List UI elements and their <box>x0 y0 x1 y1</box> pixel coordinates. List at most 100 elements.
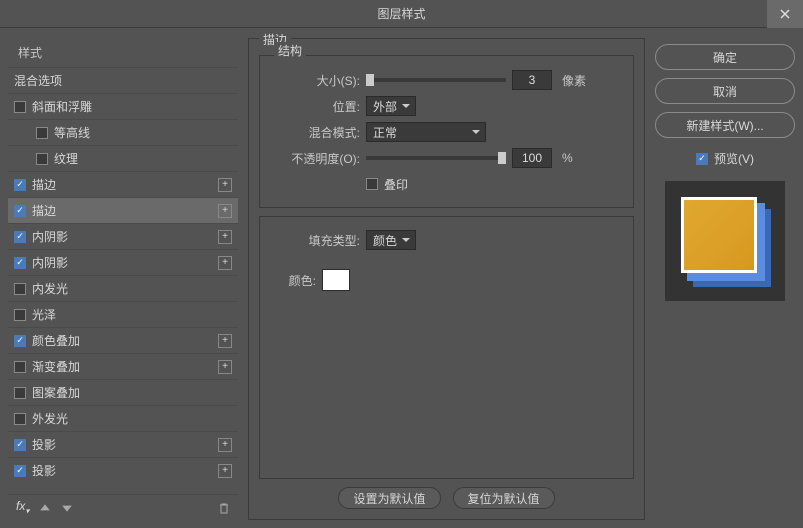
reset-default-button[interactable]: 复位为默认值 <box>453 487 555 509</box>
style-label: 光泽 <box>32 306 232 323</box>
position-row: 位置: 外部 <box>270 93 623 119</box>
settings-panel: 描边 结构 大小(S): 像素 位置: 外部 混合模式: <box>248 38 645 520</box>
action-panel: 确定 取消 新建样式(W)... 预览(V) <box>655 38 795 520</box>
blend-options-row[interactable]: 混合选项 <box>8 67 238 93</box>
add-effect-button[interactable]: + <box>218 464 232 478</box>
size-unit: 像素 <box>562 72 586 89</box>
blend-mode-row: 混合模式: 正常 <box>270 119 623 145</box>
position-label: 位置: <box>270 98 360 115</box>
style-checkbox[interactable] <box>14 439 26 451</box>
style-label: 内发光 <box>32 280 232 297</box>
add-effect-button[interactable]: + <box>218 360 232 374</box>
fill-group: 填充类型: 颜色 颜色: <box>259 216 634 479</box>
style-label: 等高线 <box>54 124 232 141</box>
style-checkbox[interactable] <box>14 283 26 295</box>
overprint-label: 叠印 <box>384 176 408 193</box>
ok-button[interactable]: 确定 <box>655 44 795 70</box>
opacity-label: 不透明度(O): <box>270 150 360 167</box>
style-row[interactable]: 渐变叠加+ <box>8 353 238 379</box>
styles-bottom-bar: fx▾ <box>8 494 238 520</box>
set-default-button[interactable]: 设置为默认值 <box>338 487 440 509</box>
styles-header: 样式 <box>8 38 238 67</box>
opacity-input[interactable] <box>512 148 552 168</box>
add-effect-button[interactable]: + <box>218 230 232 244</box>
style-row[interactable]: 描边+ <box>8 171 238 197</box>
arrow-up-icon[interactable] <box>39 502 51 514</box>
style-checkbox[interactable] <box>14 257 26 269</box>
preview-layer-icon <box>681 197 757 273</box>
style-row[interactable]: 图案叠加 <box>8 379 238 405</box>
overprint-checkbox[interactable] <box>366 178 378 190</box>
default-buttons: 设置为默认值 复位为默认值 <box>259 487 634 509</box>
style-label: 纹理 <box>54 150 232 167</box>
opacity-row: 不透明度(O): % <box>270 145 623 171</box>
style-checkbox[interactable] <box>14 413 26 425</box>
structure-group: 结构 大小(S): 像素 位置: 外部 混合模式: 正常 <box>259 55 634 208</box>
close-button[interactable] <box>767 0 803 28</box>
slider-thumb-icon <box>366 74 374 86</box>
size-input[interactable] <box>512 70 552 90</box>
style-label: 外发光 <box>32 410 232 427</box>
color-swatch[interactable] <box>322 269 350 291</box>
add-effect-button[interactable]: + <box>218 204 232 218</box>
size-slider[interactable] <box>366 78 506 82</box>
structure-title: 结构 <box>274 42 306 59</box>
style-label: 颜色叠加 <box>32 332 212 349</box>
preview-checkbox[interactable] <box>696 153 708 165</box>
stroke-fieldset: 描边 结构 大小(S): 像素 位置: 外部 混合模式: <box>248 38 645 520</box>
style-row[interactable]: 颜色叠加 + <box>8 327 238 353</box>
window-title: 图层样式 <box>377 5 425 22</box>
fill-type-dropdown[interactable]: 颜色 <box>366 230 416 250</box>
styles-list: 斜面和浮雕等高线纹理描边+描边+内阴影+内阴影+内发光光泽颜色叠加+渐变叠加+图… <box>8 93 238 494</box>
color-label: 颜色: <box>270 272 316 289</box>
position-dropdown[interactable]: 外部 <box>366 96 416 116</box>
arrow-down-icon[interactable] <box>61 502 73 514</box>
trash-icon[interactable] <box>218 502 230 514</box>
style-label: 斜面和浮雕 <box>32 98 232 115</box>
style-checkbox[interactable] <box>14 361 26 373</box>
style-checkbox[interactable] <box>14 101 26 113</box>
main-area: 样式 混合选项 斜面和浮雕等高线纹理描边+描边+内阴影+内阴影+内发光光泽颜色叠… <box>0 28 803 528</box>
add-effect-button[interactable]: + <box>218 438 232 452</box>
opacity-slider[interactable] <box>366 156 506 160</box>
style-checkbox[interactable] <box>14 387 26 399</box>
style-row[interactable]: 外发光 <box>8 405 238 431</box>
style-checkbox[interactable] <box>14 309 26 321</box>
style-row[interactable]: 描边+ <box>8 197 238 223</box>
slider-thumb-icon <box>498 152 506 164</box>
style-checkbox[interactable] <box>14 465 26 477</box>
style-checkbox[interactable] <box>36 153 48 165</box>
style-label: 投影 <box>32 462 212 479</box>
style-row[interactable]: 内阴影+ <box>8 249 238 275</box>
styles-panel: 样式 混合选项 斜面和浮雕等高线纹理描边+描边+内阴影+内阴影+内发光光泽颜色叠… <box>8 38 238 520</box>
style-checkbox[interactable] <box>36 127 48 139</box>
style-checkbox[interactable] <box>14 231 26 243</box>
style-row[interactable]: 纹理 <box>8 145 238 171</box>
style-checkbox[interactable] <box>14 179 26 191</box>
add-effect-button[interactable]: + <box>218 256 232 270</box>
cancel-button[interactable]: 取消 <box>655 78 795 104</box>
style-label: 内阴影 <box>32 228 212 245</box>
fill-type-row: 填充类型: 颜色 <box>270 227 623 253</box>
overprint-row: 叠印 <box>270 171 623 197</box>
style-row[interactable]: 光泽 <box>8 301 238 327</box>
style-row[interactable]: 投影 + <box>8 431 238 457</box>
new-style-button[interactable]: 新建样式(W)... <box>655 112 795 138</box>
blend-options-label: 混合选项 <box>14 72 232 89</box>
style-row[interactable]: 斜面和浮雕 <box>8 93 238 119</box>
style-checkbox[interactable] <box>14 205 26 217</box>
style-row[interactable]: 内阴影 + <box>8 223 238 249</box>
style-row[interactable]: 等高线 <box>8 119 238 145</box>
add-effect-button[interactable]: + <box>218 178 232 192</box>
style-row[interactable]: 投影 + <box>8 457 238 483</box>
color-row: 颜色: <box>270 267 623 293</box>
style-checkbox[interactable] <box>14 335 26 347</box>
fill-type-label: 填充类型: <box>270 232 360 249</box>
titlebar: 图层样式 <box>0 0 803 28</box>
preview-thumbnail <box>665 181 785 301</box>
style-row[interactable]: 内发光 <box>8 275 238 301</box>
fx-icon[interactable]: fx▾ <box>16 499 29 515</box>
style-label: 投影 <box>32 436 212 453</box>
add-effect-button[interactable]: + <box>218 334 232 348</box>
blend-mode-dropdown[interactable]: 正常 <box>366 122 486 142</box>
